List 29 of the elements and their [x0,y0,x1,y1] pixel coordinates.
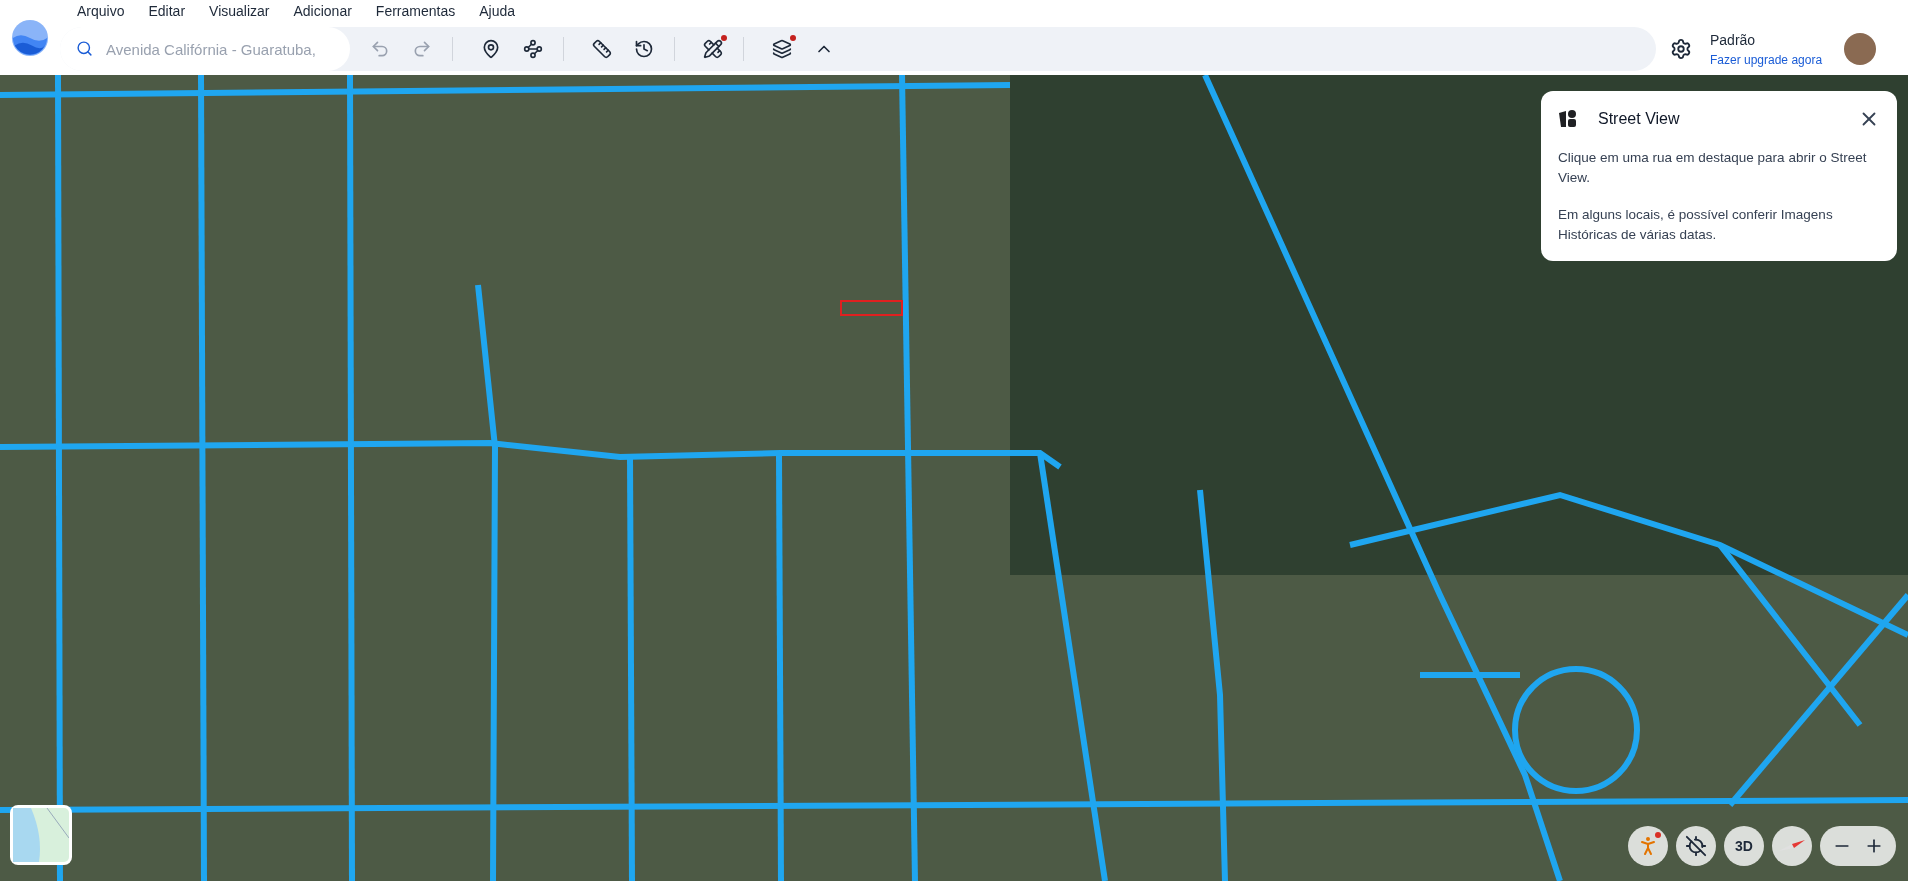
menu-item[interactable]: Ferramentas [363,0,468,22]
menu-item[interactable]: Visualizar [197,0,282,22]
redo-icon [412,39,432,59]
compass-needle-icon [1779,840,1805,852]
street-view-icon [1558,109,1578,129]
ruler-icon [592,39,612,59]
avatar[interactable] [1844,33,1877,65]
layers-icon [772,39,792,59]
card-title: Street View [1598,109,1681,129]
card-text: Em alguns locais, é possível conferir Imagens Históricas de várias datas. [1558,206,1834,244]
map-thumbnail-drawing [13,808,69,862]
card-text: Clique em uma rua em destaque para abrir o Street View. [1558,149,1868,187]
undo-icon [370,39,390,59]
path-icon [523,39,543,59]
history-icon [634,39,654,59]
menu-item[interactable]: Adicionar [281,0,364,22]
menu-item[interactable]: Editar [136,0,198,22]
pencil-ruler-icon [703,39,723,59]
selection-rectangle [840,300,903,316]
locate-off-icon [1685,835,1707,857]
search-icon [76,40,93,57]
profile-name: Padrão [1710,30,1757,50]
menu-item[interactable]: Ajuda [467,0,528,22]
settings-icon[interactable] [1670,38,1692,60]
menu-item[interactable]: Arquivo [60,0,137,22]
upgrade-link[interactable]: Fazer upgrade agora [1710,50,1823,69]
minimap-thumbnail[interactable] [10,805,72,865]
map-pin-icon [481,39,501,59]
globe-logo-icon [11,18,49,57]
